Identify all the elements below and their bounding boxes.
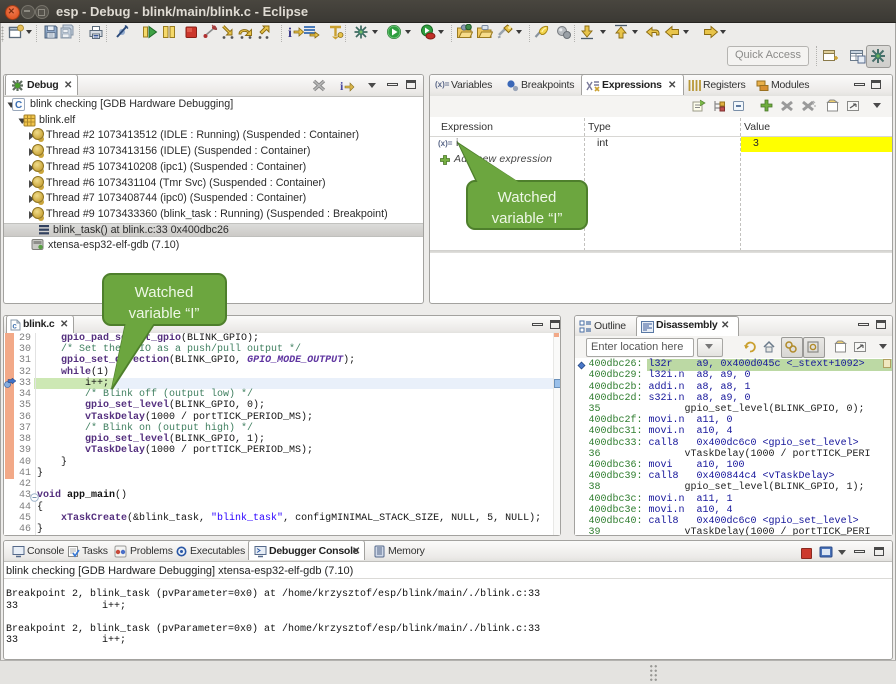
svg-text:Watched: Watched	[498, 189, 557, 206]
svg-text:variable “I”: variable “I”	[129, 305, 200, 322]
svg-text:Watched: Watched	[135, 284, 194, 301]
svg-text:variable “I”: variable “I”	[492, 210, 563, 227]
